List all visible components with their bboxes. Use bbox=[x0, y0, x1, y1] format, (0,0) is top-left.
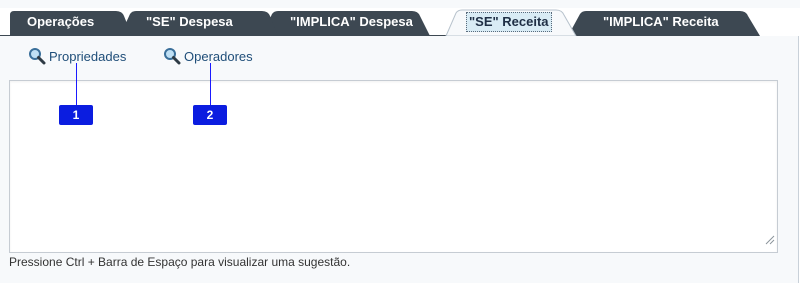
editor-panel: Propriedades Operadores Pressione Ctrl +… bbox=[0, 36, 799, 283]
properties-button[interactable]: Propriedades bbox=[28, 47, 126, 65]
properties-label: Propriedades bbox=[49, 48, 127, 64]
top-strip bbox=[0, 0, 800, 8]
callout-badge-1: 1 bbox=[59, 105, 93, 125]
callout-line-2 bbox=[210, 63, 211, 105]
tab-implica-receita[interactable]: "IMPLICA" Receita bbox=[603, 13, 719, 31]
tab-bar: Operações "SE" Despesa "IMPLICA" Despesa… bbox=[0, 8, 800, 36]
operators-button[interactable]: Operadores bbox=[163, 47, 253, 65]
suggestion-hint: Pressione Ctrl + Barra de Espaço para vi… bbox=[9, 255, 351, 269]
callout-line-1 bbox=[76, 63, 77, 105]
expression-editor[interactable] bbox=[9, 80, 778, 253]
operators-label: Operadores bbox=[184, 48, 253, 64]
tab-implica-despesa[interactable]: "IMPLICA" Despesa bbox=[290, 13, 413, 31]
magnifier-icon bbox=[163, 47, 181, 65]
resize-handle-icon[interactable] bbox=[765, 232, 775, 250]
tab-se-despesa[interactable]: "SE" Despesa bbox=[146, 13, 233, 31]
magnifier-icon bbox=[28, 47, 46, 65]
tab-operacoes[interactable]: Operações bbox=[27, 13, 94, 31]
tab-se-receita[interactable]: "SE" Receita bbox=[466, 12, 552, 32]
callout-badge-2: 2 bbox=[193, 105, 227, 125]
